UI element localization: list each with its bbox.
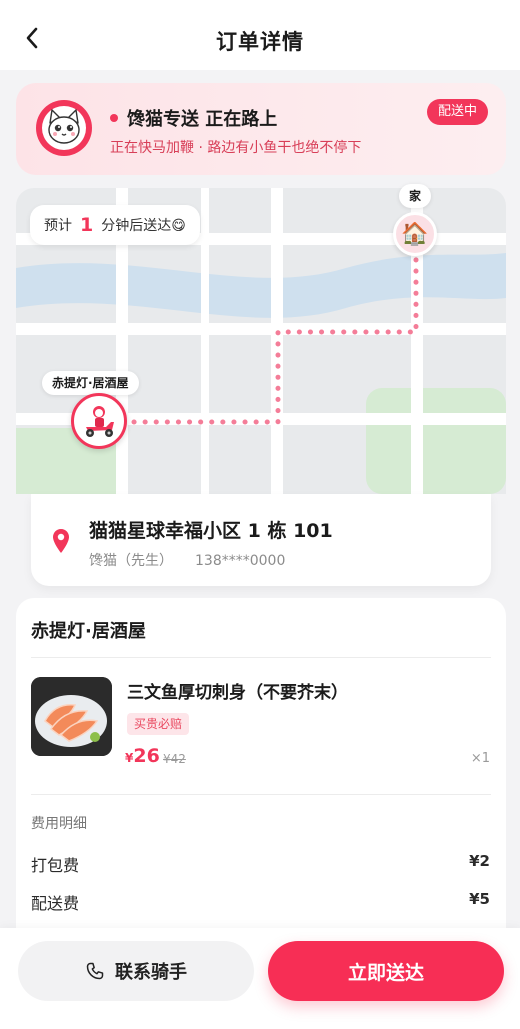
address-line: 猫猫星球幸福小区 1 栋 101 <box>89 520 333 542</box>
address-card[interactable]: 猫猫星球幸福小区 1 栋 101 馋猫（先生） 138****0000 <box>31 494 491 586</box>
guarantee-tag: 买贵必赔 <box>127 713 190 735</box>
status-title-text: 馋猫专送 正在路上 <box>127 109 278 130</box>
price-value: 26 <box>133 745 160 767</box>
food-name: 三文鱼厚切刺身（不要芥末） <box>127 683 348 703</box>
bottom-action-bar: 联系骑手 立即送达 <box>0 928 520 1029</box>
eta-minutes: 1 <box>80 214 94 236</box>
status-title: 馋猫专送 正在路上 <box>110 105 277 131</box>
contact-rider-button[interactable]: 联系骑手 <box>18 941 254 1001</box>
home-marker[interactable]: 🏠 <box>393 212 437 256</box>
eta-pill: 预计 1 分钟后送达😋 <box>30 205 200 245</box>
fee-row-packing: 打包费 ¥2 <box>31 852 490 876</box>
cat-avatar-icon <box>36 100 92 156</box>
sashimi-image <box>31 677 112 756</box>
delivery-status-card: 馋猫专送 正在路上 正在快马加鞭 · 路边有小鱼干也绝不停下 配送中 <box>16 83 506 175</box>
house-icon: 🏠 <box>401 221 429 247</box>
deliver-now-label: 立即送达 <box>347 961 424 984</box>
deliver-now-button[interactable]: 立即送达 <box>268 941 504 1001</box>
original-price: ¥42 <box>163 752 186 766</box>
recipient-phone: 138****0000 <box>195 553 286 569</box>
fee-row-delivery: 配送费 ¥5 <box>31 890 490 914</box>
eta-suffix: 分钟后送达😋 <box>101 218 186 234</box>
header: 订单详情 <box>0 0 520 70</box>
food-image <box>31 677 112 756</box>
shop-label: 赤提灯·居酒屋 <box>42 371 139 395</box>
food-price: ¥26 <box>125 745 160 767</box>
home-label: 家 <box>399 184 432 208</box>
fee-label: 打包费 <box>31 856 80 875</box>
food-quantity: ×1 <box>470 751 490 766</box>
divider <box>31 657 491 658</box>
phone-icon <box>86 962 104 980</box>
contact-rider-label: 联系骑手 <box>115 962 187 983</box>
fee-amount: ¥5 <box>469 890 490 908</box>
status-subtitle: 正在快马加鞭 · 路边有小鱼干也绝不停下 <box>110 140 362 156</box>
status-dot <box>110 114 118 122</box>
eta-prefix: 预计 <box>44 218 72 234</box>
order-card: 赤提灯·居酒屋 三文鱼厚切刺身（不要芥末） 买贵必赔 ¥26 ¥42 ×1 费用… <box>16 598 506 958</box>
fee-label: 配送费 <box>31 894 80 913</box>
rider-marker[interactable] <box>71 393 127 449</box>
status-badge: 配送中 <box>426 99 488 125</box>
recipient-info: 馋猫（先生） 138****0000 <box>89 550 285 570</box>
scooter-rider-icon <box>86 406 114 437</box>
divider <box>31 794 491 795</box>
page-title: 订单详情 <box>216 30 304 54</box>
fee-amount: ¥2 <box>469 852 490 870</box>
recipient-name: 馋猫（先生） <box>89 553 173 569</box>
shop-name[interactable]: 赤提灯·居酒屋 <box>31 617 146 643</box>
fees-title: 费用明细 <box>31 816 87 832</box>
location-pin-icon <box>53 529 69 553</box>
